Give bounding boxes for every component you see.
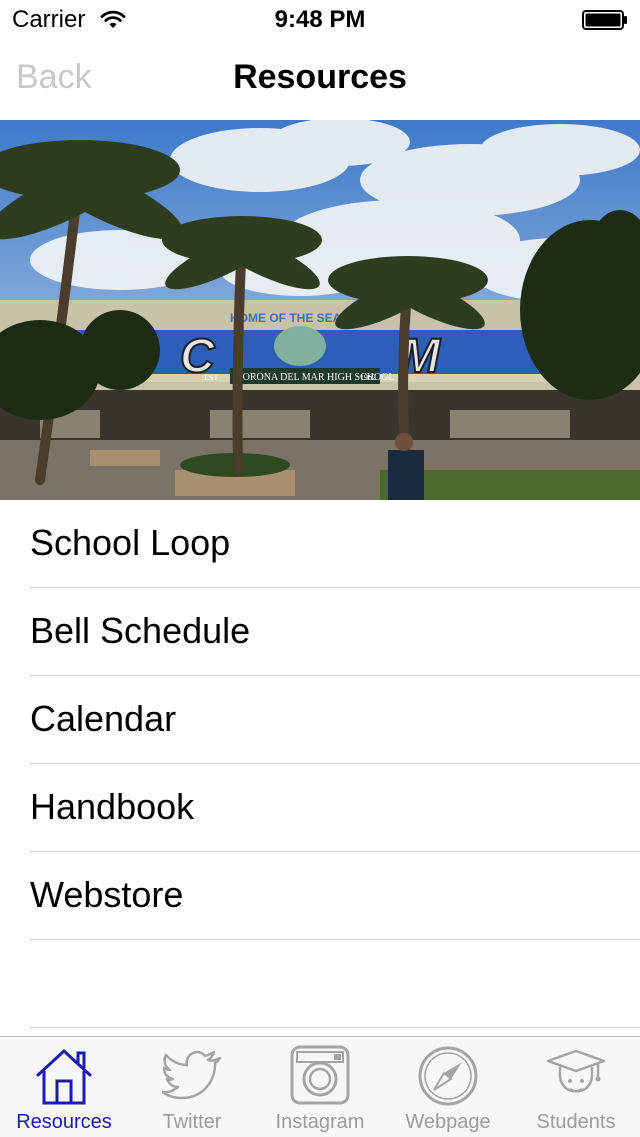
row-separator [30,1027,640,1028]
home-icon [36,1049,92,1105]
list-item-bell-schedule[interactable]: Bell Schedule [0,588,640,676]
list-item-handbook[interactable]: Handbook [0,764,640,852]
status-bar: Carrier 9:48 PM [0,0,640,40]
resources-list: School Loop Bell Schedule Calendar Handb… [0,500,640,940]
list-item-label: School Loop [30,522,231,563]
navigation-bar: Back Resources [0,40,640,120]
list-item-label: Calendar [30,698,177,739]
clock: 9:48 PM [274,6,366,33]
tab-label: Instagram [275,1111,365,1133]
graduation-cap-icon [546,1049,606,1093]
page-title: Resources [233,58,407,96]
list-item-label: Bell Schedule [30,610,251,651]
list-item-label: Handbook [30,786,195,827]
row-separator [30,939,640,940]
est-text: EST [204,373,218,382]
battery-icon [582,10,627,30]
twitter-bird-icon [162,1050,222,1100]
tab-label: Students [536,1111,616,1133]
tab-twitter[interactable]: Twitter [128,1037,256,1137]
tab-label: Resources [16,1111,112,1133]
list-item-label: Webstore [30,874,184,915]
year-text: 1962 [360,373,376,382]
list-item-webstore[interactable]: Webstore [0,852,640,940]
tab-resources[interactable]: Resources [0,1037,128,1137]
compass-icon [418,1046,478,1106]
list-item-calendar[interactable]: Calendar [0,676,640,764]
tab-students[interactable]: Students [512,1037,640,1137]
tab-instagram[interactable]: Instagram [256,1037,384,1137]
tab-webpage[interactable]: Webpage [384,1037,512,1137]
tab-label: Webpage [405,1111,491,1133]
tab-bar: Resources Twitter Instagram Webpage Stud… [0,1036,640,1137]
instagram-camera-icon [290,1045,350,1105]
list-item-school-loop[interactable]: School Loop [0,500,640,588]
school-photo: C M HOME OF THE SEA KINGS CORONA DEL MAR… [0,120,640,500]
tab-label: Twitter [162,1111,222,1133]
